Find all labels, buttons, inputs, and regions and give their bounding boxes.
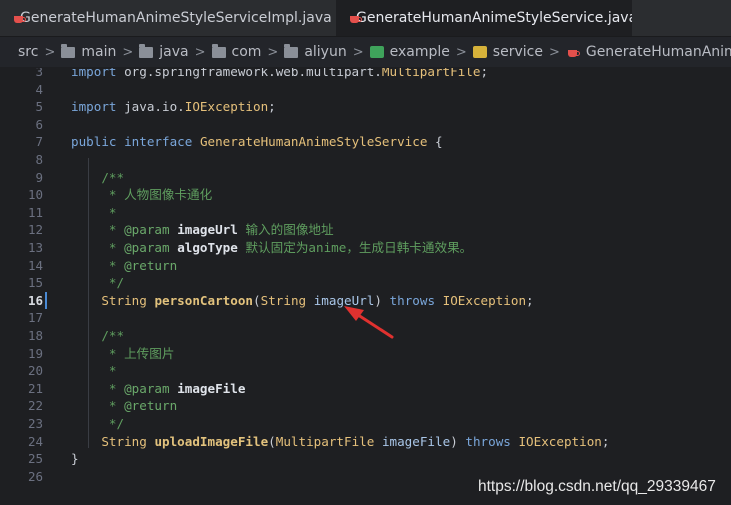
watermark-text: https://blog.csdn.net/qq_29339467 bbox=[478, 478, 716, 495]
red-annotation-arrow bbox=[344, 306, 394, 339]
